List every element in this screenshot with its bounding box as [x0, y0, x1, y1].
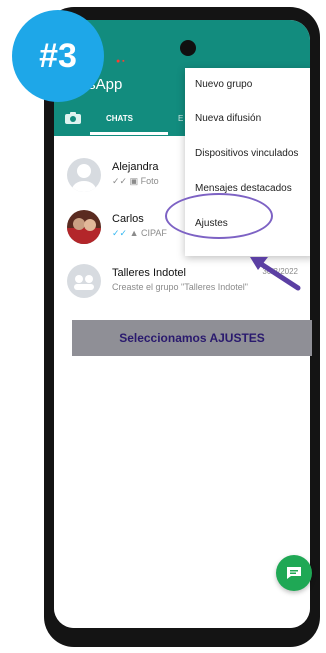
tab-chats[interactable]: CHATS — [106, 114, 133, 123]
menu-item-nueva-difusion[interactable]: Nueva difusión — [195, 113, 261, 124]
person-avatar-icon — [67, 158, 101, 192]
tab-selected-indicator — [90, 132, 168, 135]
chat-name: Alejandra — [112, 161, 159, 173]
arrow-icon — [250, 257, 301, 291]
new-chat-button[interactable] — [276, 555, 312, 591]
tab-partially-hidden[interactable]: E — [178, 114, 183, 123]
chat-name: Carlos — [112, 213, 144, 225]
chat-preview: ✓✓ ▲ CIPAF — [112, 228, 167, 239]
menu-item-nuevo-grupo[interactable]: Nuevo grupo — [195, 79, 252, 90]
menu-item-dispositivos-vinculados[interactable]: Dispositivos vinculados — [195, 148, 298, 159]
status-bar-icons: ● ▪ — [116, 58, 125, 65]
chat-preview-text: Creaste el grupo "Talleres Indotel" — [112, 282, 248, 292]
contact-icon: ▲ — [129, 228, 139, 238]
highlight-ellipse — [165, 193, 273, 239]
chat-preview: ✓✓ ▣ Foto — [112, 176, 159, 187]
double-check-read-icon: ✓✓ — [112, 228, 128, 238]
photo-icon: ▣ — [129, 176, 139, 186]
new-chat-icon — [287, 567, 301, 579]
double-check-icon: ✓✓ — [112, 176, 128, 186]
step-badge: #3 — [12, 10, 104, 102]
chat-preview-text: Foto — [140, 176, 159, 186]
group-avatar-icon — [67, 264, 101, 298]
front-camera — [180, 40, 196, 56]
chat-preview-text: CIPAF — [141, 228, 167, 238]
instruction-caption: Seleccionamos AJUSTES — [72, 320, 312, 356]
camera-icon[interactable] — [64, 111, 82, 125]
chat-name: Talleres Indotel — [112, 267, 186, 279]
contact-photo — [67, 210, 101, 244]
